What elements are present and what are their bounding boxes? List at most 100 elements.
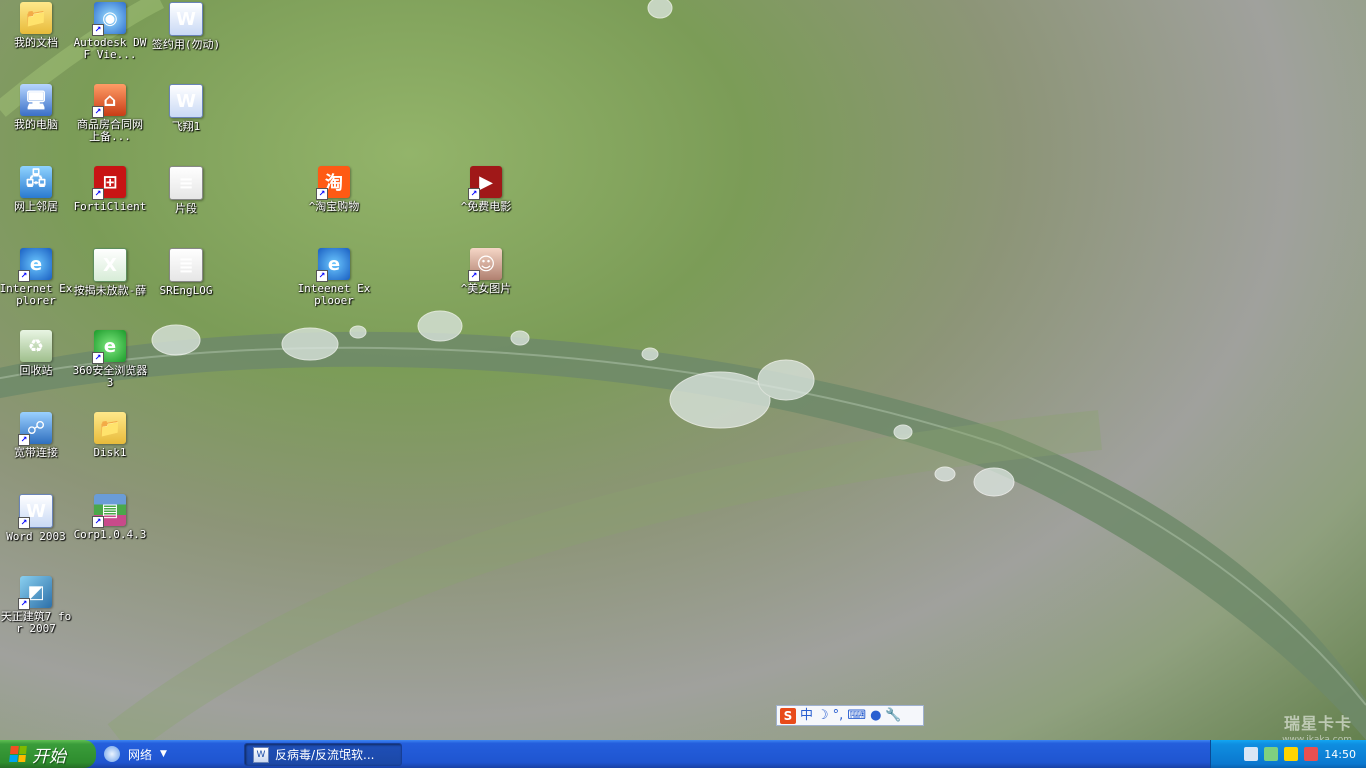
desktop-icon[interactable]: ⊞ ↗ FortiClient (72, 166, 148, 213)
excel-icon: X (93, 248, 127, 282)
desktop-icon[interactable]: ≣ SREngLOG (148, 248, 224, 297)
desktop-icon-label: 片段 (175, 202, 197, 215)
desktop-icon[interactable]: ♻ 回收站 (0, 330, 74, 377)
text-doc-icon: ≡ (169, 166, 203, 200)
desktop-icon-label: Autodesk DWF Vie... (73, 36, 147, 61)
warning-icon[interactable] (1284, 747, 1299, 761)
winrar-icon: ▤ ↗ (92, 494, 126, 528)
tools-icon[interactable]: 🔧 (885, 707, 901, 725)
desktop-icon[interactable]: ▤ ↗ Corp1.0.4.3 (72, 494, 148, 541)
desktop-icon[interactable]: ◩ ↗ 天正建筑7 for 2007 (0, 576, 74, 635)
user-icon[interactable]: ● (870, 707, 881, 725)
movie-icon: ▶ ↗ (468, 166, 502, 200)
system-tray: 14:50 (1210, 740, 1366, 768)
keyboard-icon[interactable] (1244, 747, 1259, 761)
desktop-icon[interactable]: W ↗ Word 2003 (0, 494, 74, 543)
desktop-icon-label: 网上邻居 (14, 200, 58, 213)
start-label: 开始 (32, 746, 66, 767)
photo-icon: ☺ ↗ (468, 248, 502, 282)
shortcut-arrow-icon: ↗ (18, 270, 30, 282)
punctuation-toggle-icon[interactable]: °, (833, 707, 844, 725)
word-icon: W ↗ (18, 494, 53, 529)
input-method-bar[interactable]: S 中 ☽ °, ⌨ ● 🔧 (776, 705, 924, 726)
log-file-icon: ≣ (169, 248, 203, 282)
windows-flag-icon (9, 746, 27, 762)
desktop-icon[interactable]: 🖥 我的电脑 (0, 84, 74, 131)
word-doc-icon: W (169, 84, 203, 118)
broadband-icon: ☍ ↗ (18, 412, 52, 446)
chinese-mode-toggle[interactable]: 中 (800, 707, 813, 725)
desktop-icon-label: Disk1 (93, 446, 127, 459)
desktop-icon[interactable]: ☍ ↗ 宽带连接 (0, 412, 74, 459)
shortcut-arrow-icon: ↗ (468, 270, 480, 282)
desktop-icon[interactable]: e ↗ Internet Explorer (0, 248, 74, 307)
desktop-icon[interactable]: ⌂ ↗ 商品房合同网上备... (72, 84, 148, 143)
desktop-icon-label: 360安全浏览器 3 (72, 364, 148, 389)
word-doc-icon: W (253, 746, 269, 763)
desktop-icon[interactable]: 🖧 网上邻居 (0, 166, 74, 213)
desktop-icon[interactable]: ◉ ↗ Autodesk DWF Vie... (72, 2, 148, 61)
clock[interactable]: 14:50 (1324, 748, 1356, 761)
desktop-icon-label: Internet Explorer (0, 282, 73, 307)
desktop-icon[interactable]: X 按揭未放款-薛 (72, 248, 148, 297)
desktop-icon-label: Inteenet Explooer (297, 282, 371, 307)
desktop-icon-label: SREngLOG (159, 284, 213, 297)
house-icon: ⌂ ↗ (92, 84, 126, 118)
security-tray-icon[interactable] (1304, 747, 1319, 761)
ie-icon: e ↗ (18, 248, 52, 282)
taskbar: 开始 网络 ▼ W 反病毒/反流氓软... 14:50 (0, 740, 1366, 768)
forticlient-icon: ⊞ ↗ (92, 166, 126, 200)
taobao-icon: 淘 ↗ (316, 166, 350, 200)
desktop-icon[interactable]: W 签约用(勿动) (148, 2, 224, 51)
desktop-icon[interactable]: 📁 Disk1 (72, 412, 148, 459)
shortcut-arrow-icon: ↗ (92, 352, 104, 364)
desktop-icon-label: ^免费电影 (460, 200, 512, 213)
network-toolbar-label[interactable]: 网络 (128, 746, 152, 763)
desktop-icon-label: 我的电脑 (14, 118, 58, 131)
watermark-logo: 瑞星卡卡 www.ikaka.com (1282, 714, 1352, 741)
computer-icon: 🖥 (20, 84, 52, 116)
desktop-icon[interactable]: ▶ ↗ ^免费电影 (448, 166, 524, 213)
tianzheng-icon: ◩ ↗ (18, 576, 52, 610)
half-width-toggle-icon[interactable]: ☽ (817, 707, 829, 725)
desktop-icon-label: 商品房合同网上备... (77, 118, 143, 143)
desktop-icon-label: FortiClient (73, 200, 147, 213)
desktop[interactable]: 📁 我的文档 🖥 我的电脑 🖧 网上邻居 e ↗ Internet Explorer ♻ 回收站 ☍ ↗… (0, 0, 1366, 740)
desktop-icon[interactable]: e ↗ 360安全浏览器 3 (72, 330, 148, 389)
ie-icon: e ↗ (316, 248, 350, 282)
network-status-icon[interactable] (1264, 747, 1279, 761)
chevron-down-icon[interactable]: ▼ (160, 749, 167, 759)
shortcut-arrow-icon: ↗ (92, 24, 104, 36)
shortcut-arrow-icon: ↗ (468, 188, 480, 200)
desktop-icon[interactable]: ☺ ↗ ^美女图片 (448, 248, 524, 295)
desktop-icon[interactable]: 📁 我的文档 (0, 2, 74, 49)
recycle-bin-icon: ♻ (20, 330, 52, 362)
desktop-icon-label: 签约用(勿动) (151, 38, 221, 51)
taskbar-window-label: 反病毒/反流氓软... (275, 748, 375, 762)
desktop-icon[interactable]: ≡ 片段 (148, 166, 224, 215)
shortcut-arrow-icon: ↗ (92, 516, 104, 528)
shortcut-arrow-icon: ↗ (18, 517, 30, 529)
shortcut-arrow-icon: ↗ (92, 188, 104, 200)
desktop-icon-label: Corp1.0.4.3 (73, 528, 147, 541)
desktop-icon-label: 天正建筑7 for 2007 (0, 610, 72, 635)
desktop-icon-label: ^淘宝购物 (308, 200, 360, 213)
sogou-logo-icon[interactable]: S (780, 707, 796, 724)
start-button[interactable]: 开始 (0, 740, 96, 768)
desktop-icon-label: 宽带连接 (14, 446, 58, 459)
folder-icon: 📁 (20, 2, 52, 34)
network-toolbar-icon[interactable] (104, 746, 120, 762)
desktop-icon-label: ^美女图片 (460, 282, 512, 295)
taskbar-window-button[interactable]: W 反病毒/反流氓软... (244, 743, 402, 766)
desktop-icon[interactable]: 淘 ↗ ^淘宝购物 (296, 166, 372, 213)
desktop-icon[interactable]: W 飞翔1 (148, 84, 224, 133)
dwf-viewer-icon: ◉ ↗ (92, 2, 126, 36)
desktop-icon[interactable]: e ↗ Inteenet Explooer (296, 248, 372, 307)
quick-launch: 网络 ▼ (104, 740, 167, 768)
word-doc-icon: W (169, 2, 203, 36)
desktop-icon-label: 按揭未放款-薛 (73, 284, 147, 297)
desktop-icon-label: 我的文档 (14, 36, 58, 49)
network-icon: 🖧 (20, 166, 52, 198)
shortcut-arrow-icon: ↗ (316, 270, 328, 282)
soft-keyboard-icon[interactable]: ⌨ (847, 707, 866, 725)
